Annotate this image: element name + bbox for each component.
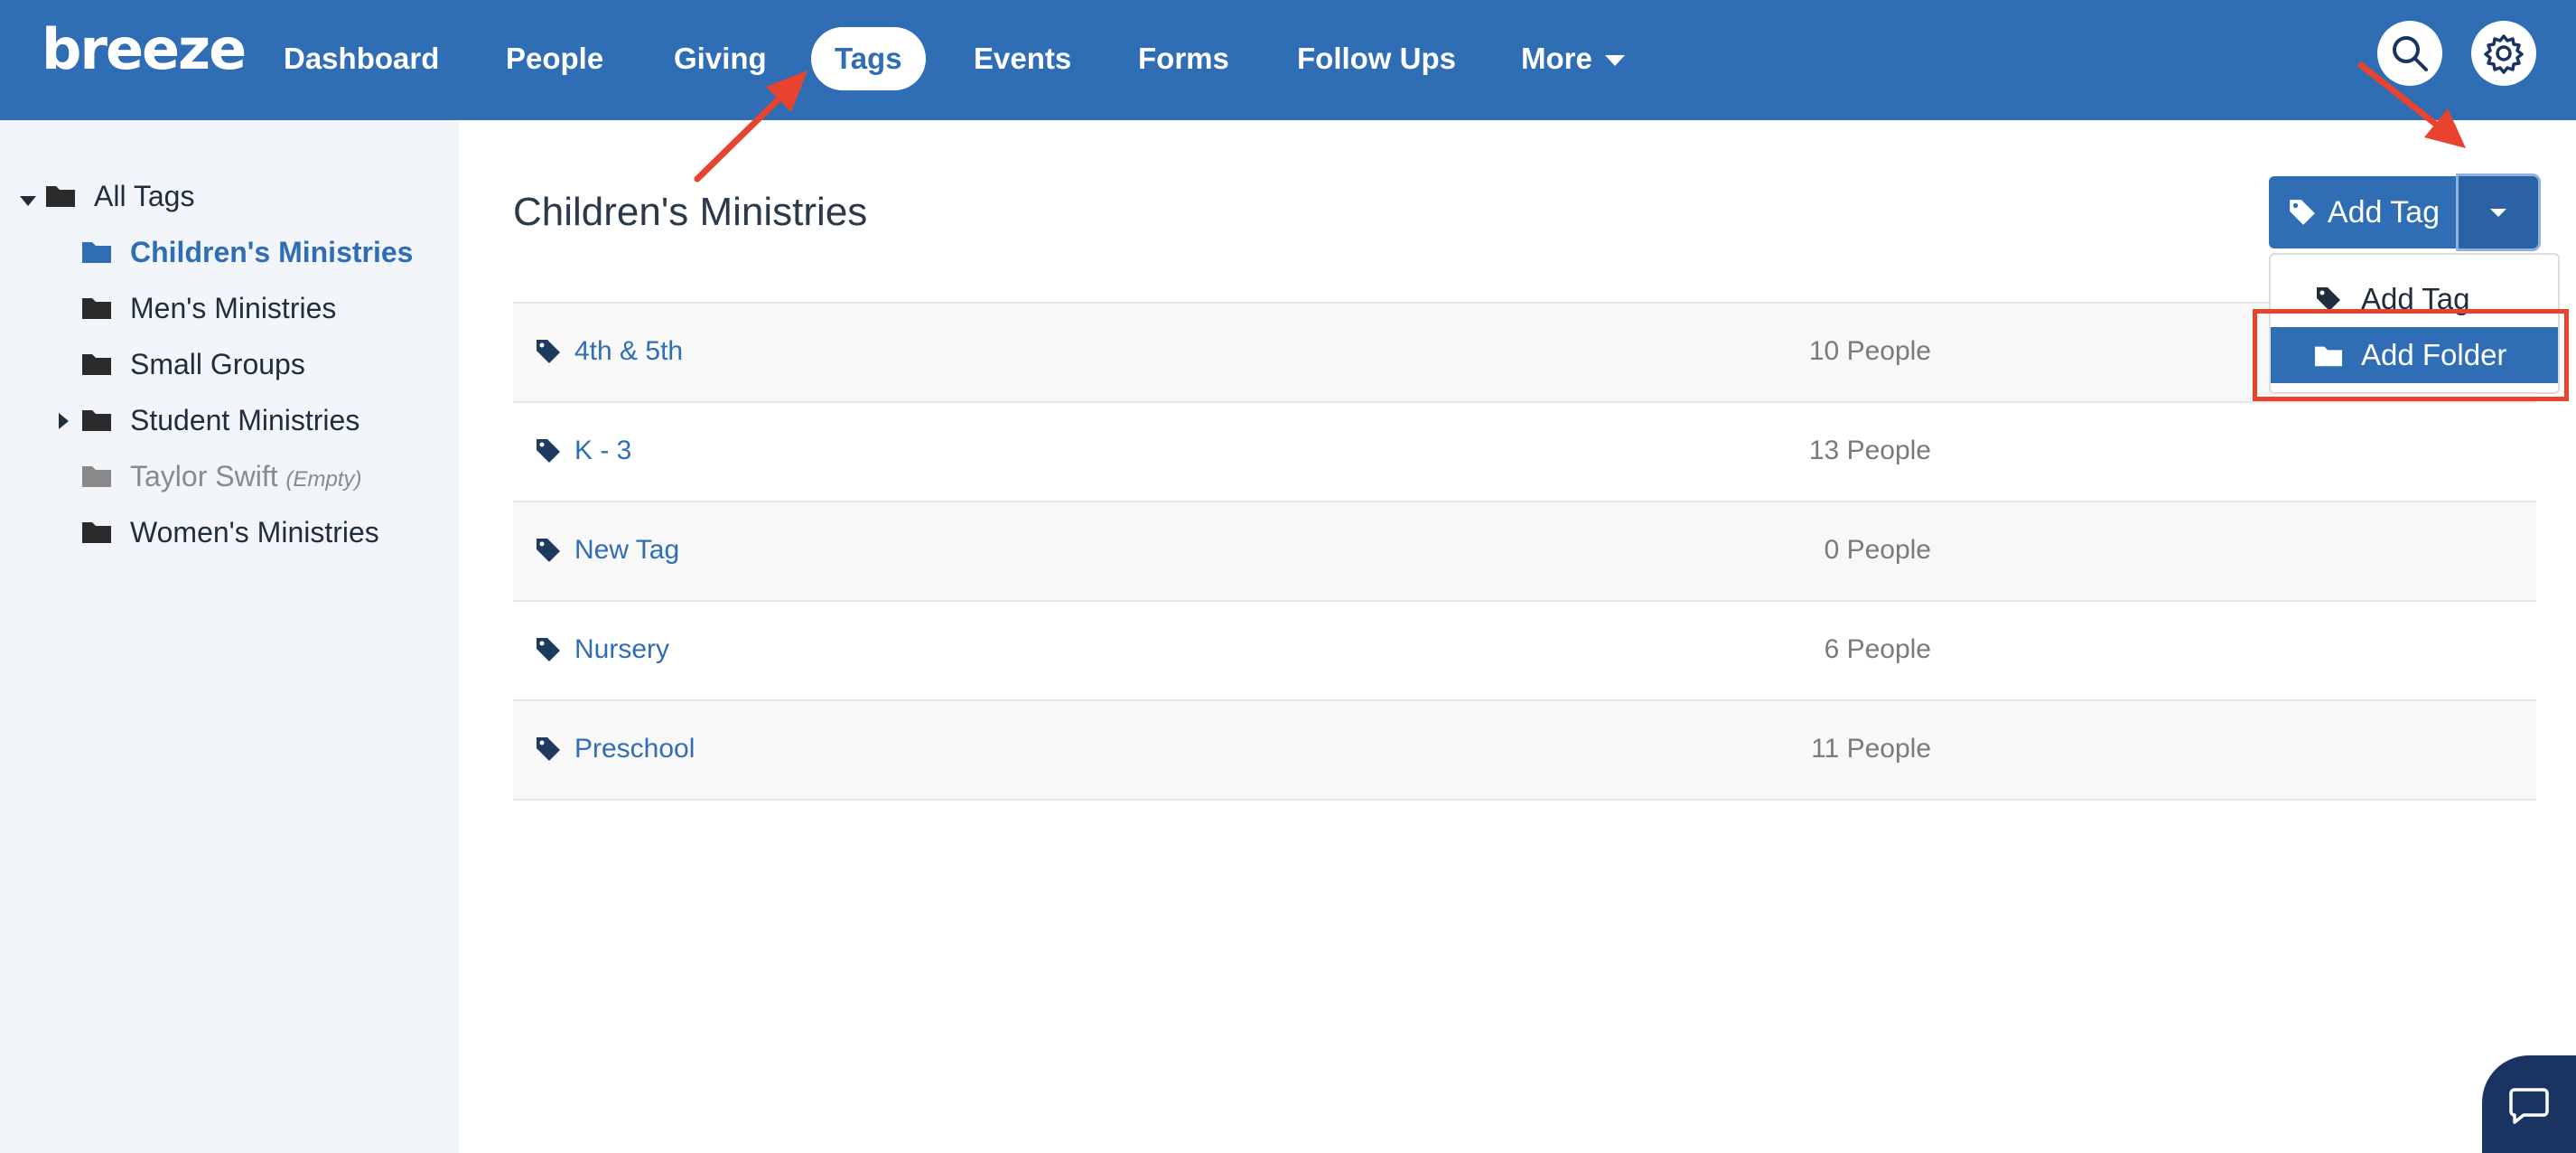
tag-row[interactable]: New Tag 0 People — [513, 502, 2536, 602]
gear-icon — [2484, 34, 2524, 74]
nav-people[interactable]: People — [482, 27, 627, 90]
folder-icon — [46, 186, 75, 207]
tag-name-link[interactable]: New Tag — [574, 535, 679, 566]
tree-item-label: Taylor Swift — [130, 460, 278, 492]
tree-item-label: All Tags — [94, 180, 195, 212]
folder-icon — [82, 242, 111, 263]
chevron-down-icon — [2490, 208, 2506, 217]
search-icon — [2393, 36, 2428, 71]
tag-name-link[interactable]: 4th & 5th — [574, 336, 683, 367]
tree-item-womens-ministries[interactable]: Women's Ministries — [81, 510, 443, 555]
tree-item-label: Women's Ministries — [130, 516, 379, 548]
nav-more[interactable]: More — [1498, 27, 1648, 90]
tag-people-count: 13 People — [1808, 436, 1931, 465]
tree-item-mens-ministries[interactable]: Men's Ministries — [81, 286, 443, 331]
chat-button[interactable] — [2482, 1055, 2576, 1153]
tag-icon — [537, 439, 560, 463]
chevron-down-icon — [1604, 55, 1625, 67]
tree-item-childrens-ministries[interactable]: Children's Ministries — [81, 230, 443, 275]
tag-icon — [537, 638, 560, 661]
tag-icon — [537, 340, 560, 363]
tag-people-count: 11 People — [1811, 734, 1931, 764]
expand-caret-icon[interactable] — [59, 413, 69, 429]
tree-item-label: Student Ministries — [130, 404, 360, 436]
tree-item-taylor-swift[interactable]: Taylor Swift (Empty) — [81, 454, 452, 499]
expand-caret-icon[interactable] — [20, 196, 36, 206]
tree-item-label: Small Groups — [130, 348, 305, 380]
nav-tags[interactable]: Tags — [811, 27, 926, 90]
tree-item-label: Children's Ministries — [130, 236, 414, 268]
settings-button[interactable] — [2471, 21, 2536, 86]
nav-dashboard[interactable]: Dashboard — [260, 27, 462, 90]
nav-giving[interactable]: Giving — [650, 27, 790, 90]
breeze-logo[interactable]: breeze — [42, 16, 247, 82]
annotation-highlight-box — [2253, 309, 2569, 401]
tag-people-count: 6 People — [1824, 634, 1931, 664]
folder-icon — [82, 410, 111, 431]
tag-row[interactable]: K - 3 13 People — [513, 403, 2536, 502]
tag-people-count: 0 People — [1824, 535, 1931, 565]
tree-item-label: Men's Ministries — [130, 292, 337, 324]
tree-item-small-groups[interactable]: Small Groups — [81, 342, 443, 387]
nav-more-label: More — [1521, 42, 1592, 75]
search-button[interactable] — [2377, 21, 2442, 86]
tag-icon — [537, 539, 560, 562]
tree-item-all-tags[interactable]: All Tags — [45, 173, 316, 219]
nav-follow-ups[interactable]: Follow Ups — [1274, 27, 1479, 90]
folder-icon — [82, 298, 111, 319]
page-title: Children's Ministries — [513, 190, 868, 234]
nav-events[interactable]: Events — [950, 27, 1095, 90]
tag-list: 4th & 5th 10 People K - 3 13 People New … — [513, 302, 2536, 801]
folder-icon — [82, 522, 111, 543]
tag-name-link[interactable]: K - 3 — [574, 436, 631, 466]
tag-row[interactable]: 4th & 5th 10 People — [513, 304, 2536, 403]
top-nav-bar: breeze Dashboard People Giving Tags Even… — [0, 0, 2576, 120]
tag-row[interactable]: Preschool 11 People — [513, 701, 2536, 801]
tag-people-count: 10 People — [1808, 336, 1931, 366]
nav-forms[interactable]: Forms — [1115, 27, 1253, 90]
tag-name-link[interactable]: Nursery — [574, 634, 669, 665]
folder-icon — [82, 466, 111, 487]
tag-name-link[interactable]: Preschool — [574, 734, 695, 764]
tag-icon — [2290, 200, 2315, 225]
tree-item-student-ministries[interactable]: Student Ministries — [81, 398, 443, 443]
chat-icon — [2509, 1088, 2549, 1124]
add-tag-button-label: Add Tag — [2327, 194, 2441, 230]
add-tag-button[interactable]: Add Tag — [2269, 176, 2459, 248]
tag-folder-sidebar: All Tags Children's Ministries Men's Min… — [0, 120, 459, 1153]
tag-row[interactable]: Nursery 6 People — [513, 602, 2536, 701]
tag-icon — [537, 737, 560, 761]
empty-note: (Empty) — [285, 467, 362, 492]
add-tag-dropdown-toggle[interactable] — [2459, 176, 2538, 248]
folder-icon — [82, 354, 111, 375]
